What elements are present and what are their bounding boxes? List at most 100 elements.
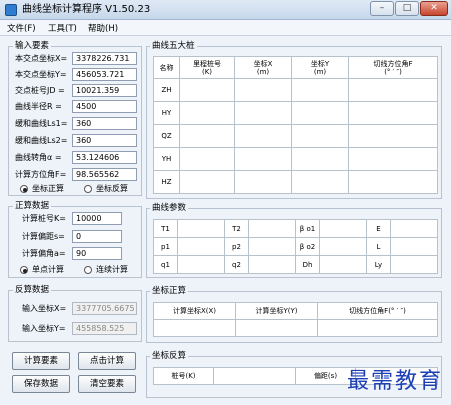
param-label: β o1 xyxy=(295,219,320,238)
clear-elements-button[interactable]: 清空要素 xyxy=(78,375,136,393)
table-header-cell: 计算坐标Y(Y) xyxy=(235,302,318,320)
table-cell xyxy=(179,170,235,194)
table-cell xyxy=(234,78,292,102)
param-value xyxy=(390,219,438,238)
forward-data-title: 正算数据 xyxy=(13,201,52,211)
table-cell xyxy=(348,170,438,194)
param-label: Ly xyxy=(366,255,391,274)
calc-elements-button[interactable]: 计算要素 xyxy=(12,352,70,370)
field-label: 曲线转角α = xyxy=(15,153,62,162)
param-value xyxy=(319,237,367,256)
row-label: HZ xyxy=(153,170,180,194)
input-elements-title: 输入要素 xyxy=(13,41,52,51)
menu-file[interactable]: 文件(F) xyxy=(7,23,36,35)
watermark-text: 最需教育 xyxy=(346,369,443,394)
table-row xyxy=(153,319,438,337)
param-value xyxy=(248,255,296,274)
window-title: 曲线坐标计算程序 V1.50.23 xyxy=(22,4,151,15)
radius-input[interactable]: 4500 xyxy=(72,100,137,113)
intersection-x-input[interactable]: 3378226.731 xyxy=(72,52,137,65)
table-cell xyxy=(291,78,349,102)
radio-continuous-label: 连续计算 xyxy=(96,265,128,274)
param-label: T1 xyxy=(153,219,178,238)
param-label: p2 xyxy=(224,237,249,256)
param-label: Dh xyxy=(295,255,320,274)
table-header-cell: 计算坐标X(X) xyxy=(153,302,236,320)
table-cell xyxy=(291,124,349,148)
field-label: 计算偏距s= xyxy=(22,232,65,241)
radio-continuous-calc[interactable] xyxy=(84,266,92,274)
inverse-x-input[interactable]: 3377705.6675 xyxy=(72,302,137,315)
five-points-title: 曲线五大桩 xyxy=(150,41,197,51)
radio-single-calc[interactable] xyxy=(20,266,28,274)
jd-station-input[interactable]: 10021.359 xyxy=(72,84,137,97)
offset-angle-input[interactable]: 90 xyxy=(72,247,122,260)
intersection-y-input[interactable]: 456053.721 xyxy=(72,68,137,81)
param-label: T2 xyxy=(224,219,249,238)
field-label: 输入坐标Y= xyxy=(22,324,66,333)
radio-forward-calc[interactable] xyxy=(20,185,28,193)
deflection-angle-input[interactable]: 53.124606 xyxy=(72,151,137,164)
ls2-input[interactable]: 360 xyxy=(72,134,137,147)
ls1-input[interactable]: 360 xyxy=(72,117,137,130)
param-value xyxy=(248,237,296,256)
table-cell xyxy=(291,147,349,171)
save-data-button[interactable]: 保存数据 xyxy=(12,375,70,393)
table-row: q1 q2 Dh Ly xyxy=(153,255,438,274)
param-value xyxy=(390,255,438,274)
row-label: ZH xyxy=(153,78,180,102)
field-label: 本交点坐标X= xyxy=(15,54,68,63)
param-label: q2 xyxy=(224,255,249,274)
table-cell xyxy=(291,170,349,194)
table-cell xyxy=(348,78,438,102)
table-header-cell: 桩号(K) xyxy=(153,367,214,385)
field-label: 缓和曲线Ls1= xyxy=(15,119,68,128)
azimuth-input[interactable]: 98.565562 xyxy=(72,168,137,181)
maximize-button[interactable]: □ xyxy=(395,1,419,16)
table-row: HY xyxy=(153,101,438,125)
param-label: E xyxy=(366,219,391,238)
offset-s-input[interactable]: 0 xyxy=(72,230,122,243)
coord-forward-title: 坐标正算 xyxy=(150,286,189,296)
table-row: ZH xyxy=(153,78,438,102)
param-value xyxy=(177,255,225,274)
param-label: q1 xyxy=(153,255,178,274)
radio-inverse-label: 坐标反算 xyxy=(96,184,128,193)
coord-inverse-title: 坐标反算 xyxy=(150,351,189,361)
table-cell xyxy=(291,101,349,125)
station-k-input[interactable]: 10000 xyxy=(72,212,122,225)
row-label: YH xyxy=(153,147,180,171)
table-cell xyxy=(213,367,296,385)
param-value xyxy=(319,219,367,238)
table-cell xyxy=(153,319,236,337)
row-label: HY xyxy=(153,101,180,125)
table-row: QZ xyxy=(153,124,438,148)
inverse-y-input[interactable]: 455858.525 xyxy=(72,322,137,335)
table-header-cell: 切线方位角F (° ′ ″) xyxy=(348,56,438,79)
minimize-button[interactable]: – xyxy=(370,1,394,16)
menu-help[interactable]: 帮助(H) xyxy=(88,23,118,35)
table-cell xyxy=(179,147,235,171)
param-value xyxy=(319,255,367,274)
field-label: 交点桩号JD = xyxy=(15,86,65,95)
param-label: p1 xyxy=(153,237,178,256)
table-header-cell: 坐标Y (m) xyxy=(291,56,349,79)
field-label: 本交点坐标Y= xyxy=(15,70,67,79)
app-icon xyxy=(5,4,17,16)
table-cell xyxy=(179,101,235,125)
radio-inverse-calc[interactable] xyxy=(84,185,92,193)
param-label: β o2 xyxy=(295,237,320,256)
close-button[interactable]: ✕ xyxy=(420,1,448,16)
table-header-cell: 名称 xyxy=(153,56,180,79)
field-label: 曲线半径R = xyxy=(15,102,62,111)
click-calc-button[interactable]: 点击计算 xyxy=(78,352,136,370)
menu-tools[interactable]: 工具(T) xyxy=(48,23,77,35)
param-value xyxy=(177,219,225,238)
field-label: 缓和曲线Ls2= xyxy=(15,136,68,145)
param-value xyxy=(248,219,296,238)
radio-forward-label: 坐标正算 xyxy=(32,184,64,193)
field-label: 计算偏角a= xyxy=(22,249,66,258)
coord-forward-table: 计算坐标X(X) 计算坐标Y(Y) 切线方位角F(° ′ ″) xyxy=(153,302,438,337)
table-header-row: 名称 里程桩号 (K) 坐标X (m) 坐标Y (m) 切线方位角F (° ′ … xyxy=(153,56,438,79)
table-header-cell: 里程桩号 (K) xyxy=(179,56,235,79)
